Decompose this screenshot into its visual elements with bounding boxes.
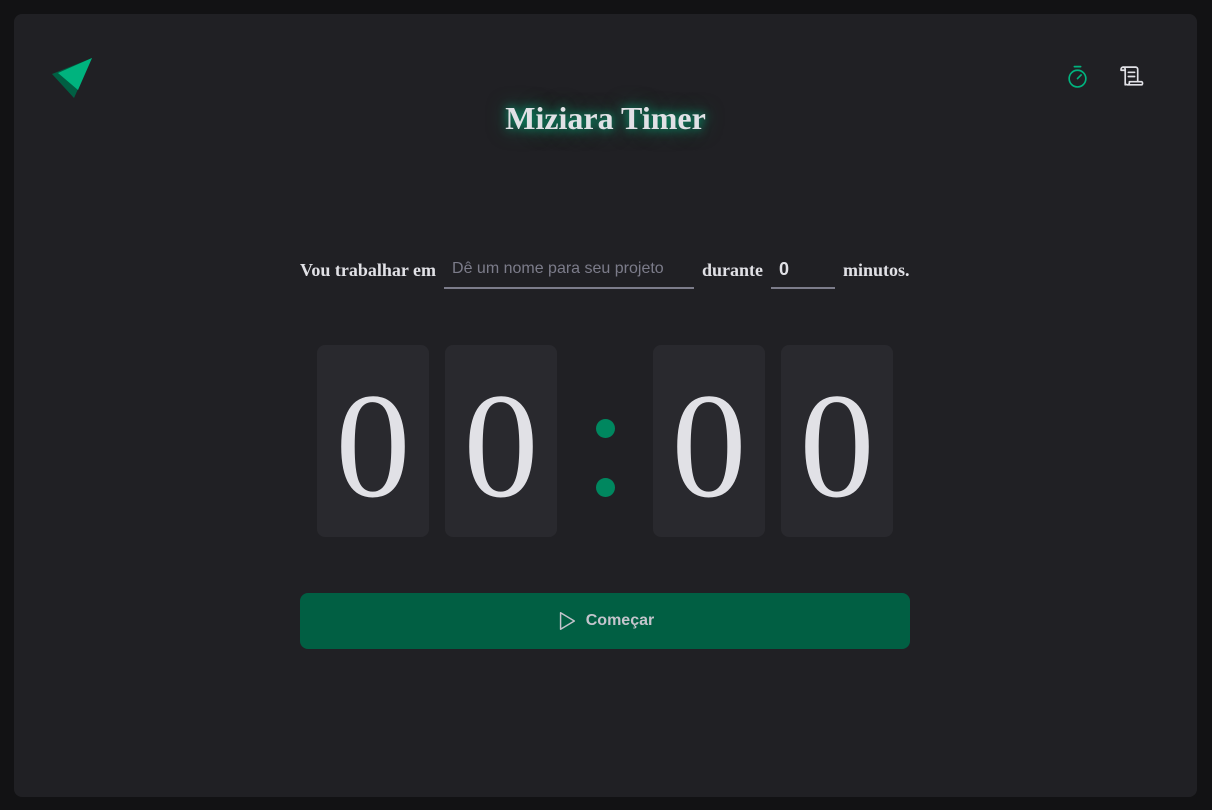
task-input[interactable] [444, 251, 695, 289]
play-icon [559, 612, 575, 630]
task-label: Vou trabalhar em [300, 259, 437, 280]
countdown-seconds-tens: 0 [653, 345, 765, 537]
app-container: Miziara Timer Vou trabalhar em durante m… [14, 14, 1197, 797]
header-nav [1065, 64, 1145, 89]
countdown-seconds-ones: 0 [781, 345, 893, 537]
separator-dot [596, 478, 615, 497]
countdown-minutes-ones: 0 [445, 345, 557, 537]
triangle-logo-icon [52, 56, 94, 98]
timer-icon [1068, 65, 1087, 88]
countdown-separator [557, 345, 653, 537]
nav-timer-link[interactable] [1065, 64, 1090, 89]
nav-history-link[interactable] [1120, 64, 1145, 89]
countdown-minutes-tens: 0 [317, 345, 429, 537]
start-button-label: Começar [585, 612, 655, 629]
page-title: Miziara Timer [505, 100, 706, 136]
scroll-history-icon [1120, 66, 1144, 86]
duration-label: durante [702, 259, 764, 280]
start-button[interactable]: Começar [300, 593, 910, 649]
task-form: Vou trabalhar em durante minutos. [300, 250, 910, 290]
minutes-input[interactable] [771, 251, 836, 289]
minutes-label: minutos. [843, 259, 910, 280]
separator-dot [596, 419, 615, 438]
countdown-display: 0 0 0 0 [317, 345, 893, 537]
